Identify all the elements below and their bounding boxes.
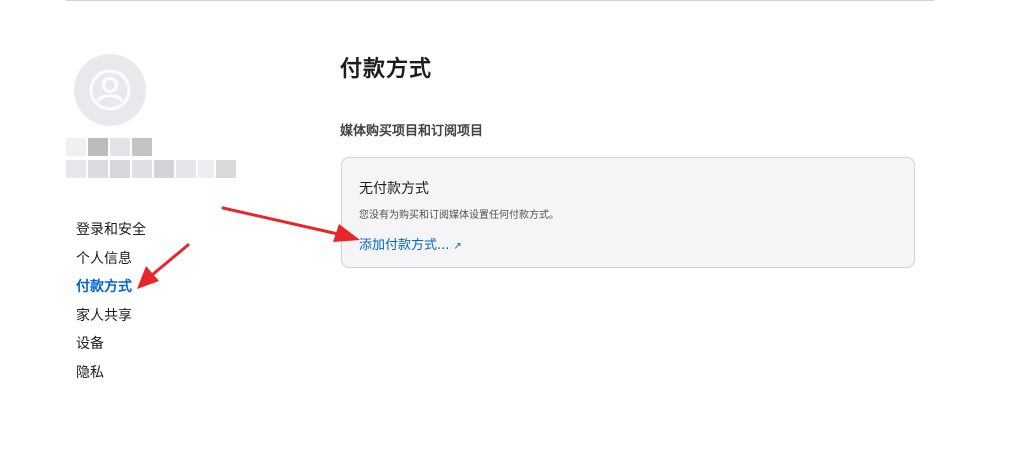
arrow-to-add-payment — [221, 206, 360, 242]
arrow-to-payment-nav — [137, 243, 190, 289]
annotation-arrows — [137, 206, 360, 289]
